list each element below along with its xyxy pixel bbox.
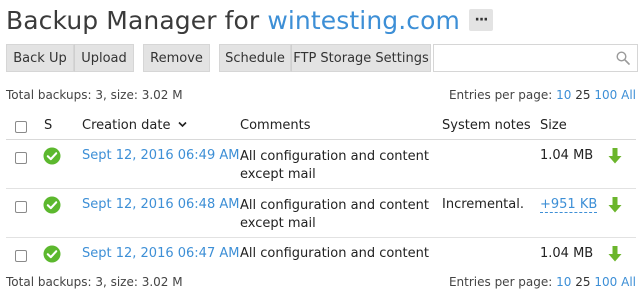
- table-row: Sept 12, 2016 06:48 AM All configuration…: [6, 190, 636, 238]
- per-page-10[interactable]: 10: [556, 88, 571, 102]
- backup-summary-bottom: Total backups: 3, size: 3.02 M: [6, 275, 183, 289]
- backup-size: +951 KB: [540, 197, 598, 213]
- backup-comment: All configuration and content: [240, 246, 429, 261]
- column-creation-date-label: Creation date: [82, 118, 171, 133]
- upload-button[interactable]: Upload: [74, 44, 134, 72]
- column-status[interactable]: S: [44, 118, 52, 133]
- per-page-25-current: 25: [575, 88, 591, 102]
- entries-per-page-label: Entries per page:: [448, 275, 553, 289]
- entries-per-page-label: Entries per page:: [448, 88, 553, 102]
- page-header: Backup Manager for wintesting.com ···: [6, 0, 493, 40]
- back-up-button[interactable]: Back Up: [6, 44, 74, 72]
- title-prefix: Backup Manager for: [6, 5, 268, 35]
- entries-per-page-bottom: Entries per page: 10 25 100 All: [449, 275, 636, 289]
- per-page-all[interactable]: All: [621, 275, 636, 289]
- table-header: S Creation date Comments System notes Si…: [6, 112, 636, 140]
- remove-button[interactable]: Remove: [143, 44, 210, 72]
- table-row: Sept 12, 2016 06:49 AM All configuration…: [6, 141, 636, 189]
- backup-size: 1.04 MB: [540, 246, 594, 261]
- download-icon[interactable]: [608, 147, 622, 165]
- column-size[interactable]: Size: [540, 118, 567, 133]
- backup-size: 1.04 MB: [540, 148, 594, 163]
- row-checkbox[interactable]: [15, 250, 27, 262]
- page-title: Backup Manager for wintesting.com: [6, 6, 460, 35]
- backup-summary-top: Total backups: 3, size: 3.02 M: [6, 88, 183, 102]
- backup-comment: All configuration and content except mai…: [240, 149, 429, 182]
- column-comments[interactable]: Comments: [240, 118, 310, 133]
- domain-link[interactable]: wintesting.com: [267, 6, 460, 35]
- per-page-10[interactable]: 10: [556, 275, 571, 289]
- entries-per-page-top: Entries per page: 10 25 100 All: [449, 88, 636, 102]
- select-all-checkbox[interactable]: [15, 121, 27, 133]
- backup-comment: All configuration and content except mai…: [240, 198, 429, 231]
- backup-size-link[interactable]: +951 KB: [540, 197, 598, 213]
- download-icon[interactable]: [608, 196, 622, 214]
- row-checkbox[interactable]: [15, 201, 27, 213]
- success-check-icon: [43, 196, 61, 214]
- per-page-25-current: 25: [575, 275, 591, 289]
- success-check-icon: [43, 245, 61, 263]
- backup-date-link[interactable]: Sept 12, 2016 06:49 AM: [82, 148, 239, 163]
- schedule-button[interactable]: Schedule: [219, 44, 291, 72]
- backup-date-link[interactable]: Sept 12, 2016 06:48 AM: [82, 197, 239, 212]
- search-input[interactable]: [438, 46, 608, 70]
- sort-desc-icon: [178, 121, 187, 128]
- backup-date-link[interactable]: Sept 12, 2016 06:47 AM: [82, 246, 239, 261]
- toolbar: Back Up Upload Remove Schedule FTP Stora…: [6, 44, 431, 72]
- column-system-notes[interactable]: System notes: [442, 118, 531, 133]
- more-actions-button[interactable]: ···: [469, 9, 493, 31]
- backup-system-notes: Incremental.: [442, 197, 524, 212]
- download-icon[interactable]: [608, 245, 622, 263]
- per-page-100[interactable]: 100: [594, 88, 617, 102]
- row-checkbox[interactable]: [15, 152, 27, 164]
- table-row: Sept 12, 2016 06:47 AM All configuration…: [6, 239, 636, 267]
- search-icon[interactable]: [616, 51, 630, 65]
- search-box[interactable]: [433, 44, 638, 72]
- per-page-all[interactable]: All: [621, 88, 636, 102]
- success-check-icon: [43, 147, 61, 165]
- ftp-storage-settings-button[interactable]: FTP Storage Settings: [291, 44, 431, 72]
- per-page-100[interactable]: 100: [594, 275, 617, 289]
- column-creation-date[interactable]: Creation date: [82, 118, 187, 133]
